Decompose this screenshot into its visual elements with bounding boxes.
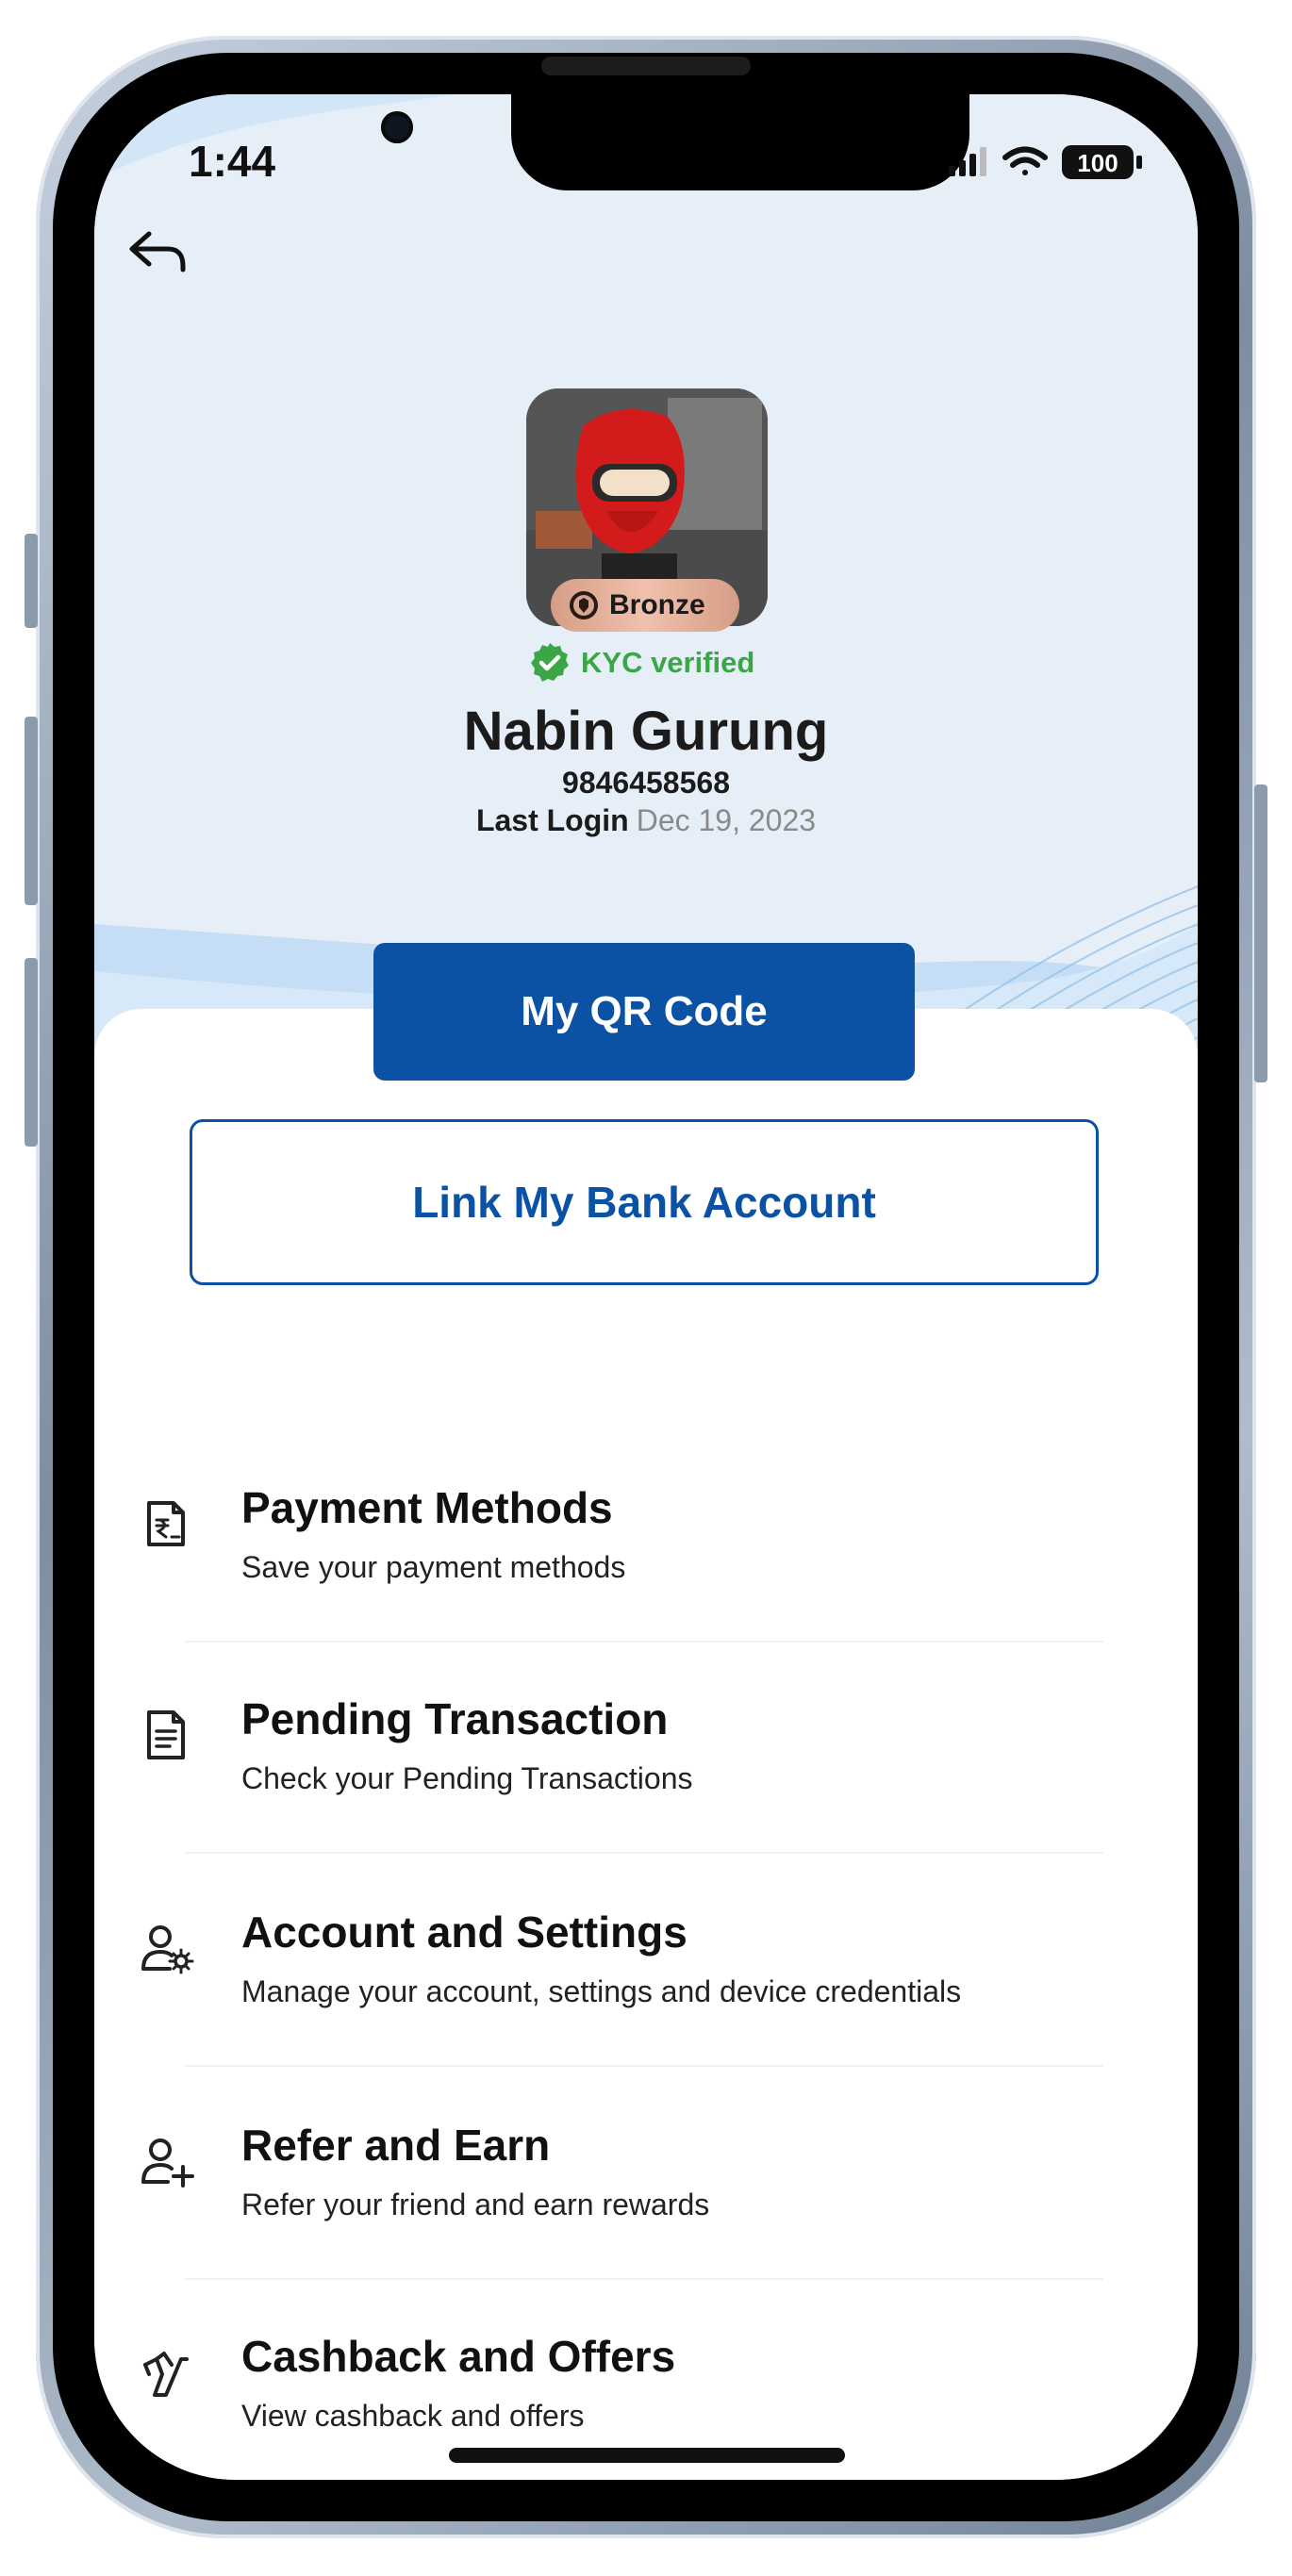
earpiece-speaker bbox=[541, 57, 751, 75]
menu-item-refer-earn[interactable]: Refer and Earn Refer your friend and ear… bbox=[94, 2097, 1198, 2308]
menu-item-subtitle: Manage your account, settings and device… bbox=[241, 1974, 962, 2008]
user-settings-icon bbox=[141, 1925, 194, 1974]
user-add-icon bbox=[141, 2138, 194, 2188]
tier-badge: Bronze bbox=[551, 579, 739, 632]
status-time: 1:44 bbox=[189, 137, 276, 186]
menu-item-pending-transaction[interactable]: Pending Transaction Check your Pending T… bbox=[94, 1671, 1198, 1882]
kyc-status: KYC verified bbox=[528, 639, 802, 686]
menu-item-title: Cashback and Offers bbox=[241, 2332, 676, 2381]
notch bbox=[511, 94, 969, 190]
back-arrow-icon[interactable] bbox=[121, 217, 196, 292]
menu-item-payment-methods[interactable]: Payment Methods Save your payment method… bbox=[94, 1460, 1198, 1671]
kyc-status-label: KYC verified bbox=[581, 646, 755, 679]
my-qr-code-button[interactable]: My QR Code bbox=[373, 943, 915, 1081]
verified-check-icon bbox=[531, 643, 569, 682]
volume-down-button bbox=[25, 958, 38, 1147]
last-login: Last Login Dec 19, 2023 bbox=[94, 803, 1198, 838]
tier-medal-icon bbox=[570, 591, 598, 619]
app-screen: 1:44 100 Bronze KYC verified Nabin Gurun… bbox=[94, 94, 1198, 2480]
user-name: Nabin Gurung bbox=[463, 701, 829, 762]
divider bbox=[185, 1641, 1103, 1643]
battery-level: 100 bbox=[1077, 149, 1118, 177]
document-icon bbox=[147, 1710, 185, 1759]
divider bbox=[185, 2278, 1103, 2280]
link-bank-account-button[interactable]: Link My Bank Account bbox=[190, 1119, 1099, 1285]
front-camera bbox=[381, 111, 413, 143]
last-login-label: Last Login bbox=[475, 803, 629, 837]
menu-item-title: Pending Transaction bbox=[241, 1694, 669, 1743]
payment-methods-icon bbox=[147, 1501, 185, 1546]
home-indicator[interactable] bbox=[449, 2448, 845, 2463]
user-phone: 9846458568 bbox=[562, 766, 730, 800]
menu-item-title: Payment Methods bbox=[241, 1483, 613, 1532]
power-button bbox=[1254, 784, 1267, 1082]
tier-badge-label: Bronze bbox=[609, 589, 705, 620]
menu-item-subtitle: Save your payment methods bbox=[241, 1550, 626, 1584]
menu-item-subtitle: Check your Pending Transactions bbox=[241, 1761, 693, 1795]
menu-item-title: Account and Settings bbox=[241, 1907, 687, 1957]
menu-item-title: Refer and Earn bbox=[241, 2121, 551, 2170]
menu-item-account-settings[interactable]: Account and Settings Manage your account… bbox=[94, 1884, 1198, 2095]
cashback-icon bbox=[143, 2352, 189, 2397]
status-icons: 100 bbox=[939, 141, 1156, 179]
signal-icon bbox=[949, 147, 986, 176]
menu-item-subtitle: Refer your friend and earn rewards bbox=[241, 2188, 710, 2221]
menu-item-subtitle: View cashback and offers bbox=[241, 2399, 585, 2433]
divider bbox=[185, 1852, 1103, 1854]
silent-switch bbox=[25, 534, 38, 628]
divider bbox=[185, 2065, 1103, 2067]
last-login-value: Dec 19, 2023 bbox=[636, 803, 817, 837]
battery-icon: 100 bbox=[1062, 145, 1142, 179]
volume-up-button bbox=[25, 717, 38, 905]
wifi-icon bbox=[1002, 146, 1048, 175]
